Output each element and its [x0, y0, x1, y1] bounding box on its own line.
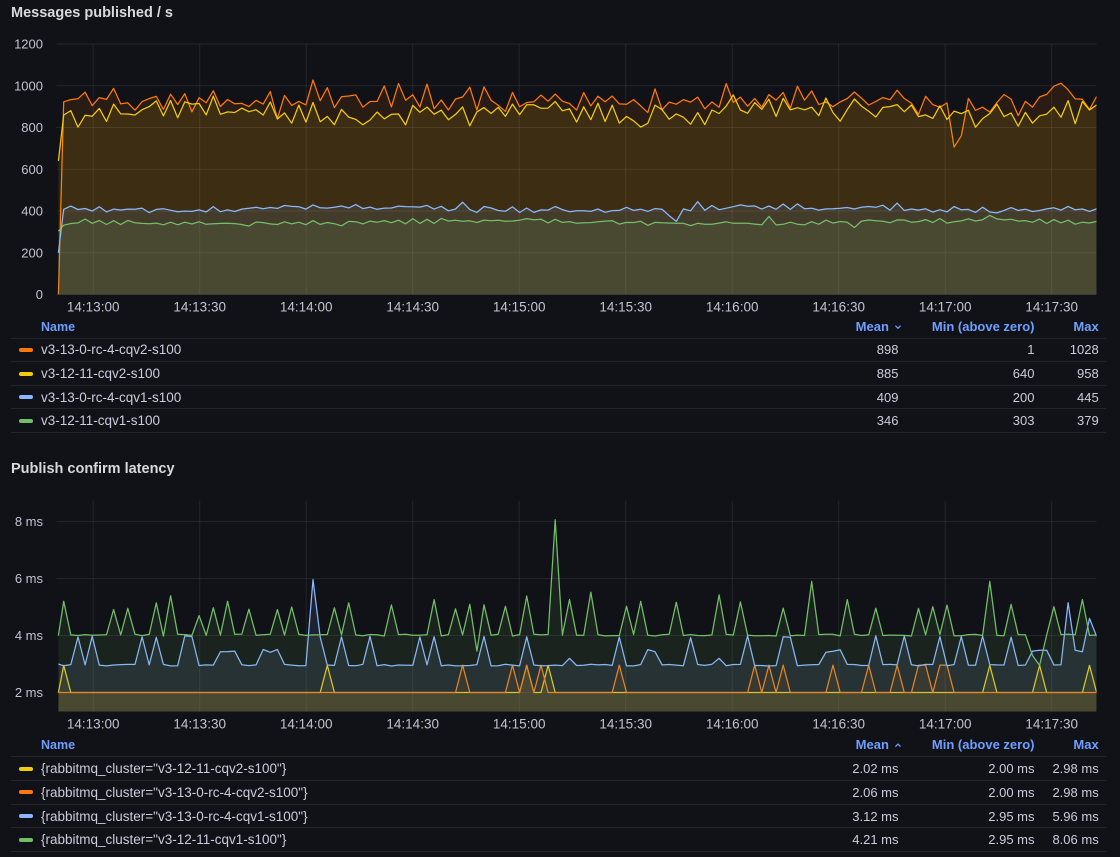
svg-text:14:16:00: 14:16:00 — [706, 300, 759, 315]
svg-text:14:15:30: 14:15:30 — [599, 717, 652, 732]
svg-text:14:13:30: 14:13:30 — [173, 300, 226, 315]
svg-text:14:16:00: 14:16:00 — [706, 717, 759, 732]
svg-text:14:14:30: 14:14:30 — [386, 300, 439, 315]
svg-text:14:16:30: 14:16:30 — [812, 717, 865, 732]
svg-text:14:17:00: 14:17:00 — [919, 300, 972, 315]
svg-text:14:13:00: 14:13:00 — [67, 717, 120, 732]
svg-text:4 ms: 4 ms — [15, 628, 44, 643]
svg-text:14:14:00: 14:14:00 — [280, 717, 333, 732]
svg-text:2 ms: 2 ms — [15, 685, 44, 700]
svg-text:14:16:30: 14:16:30 — [812, 300, 865, 315]
svg-text:14:17:30: 14:17:30 — [1025, 717, 1078, 732]
svg-text:8 ms: 8 ms — [15, 514, 44, 529]
svg-text:1000: 1000 — [14, 79, 43, 94]
svg-text:800: 800 — [21, 120, 43, 135]
svg-text:14:17:00: 14:17:00 — [919, 717, 972, 732]
svg-text:14:15:00: 14:15:00 — [493, 717, 546, 732]
svg-text:200: 200 — [21, 245, 43, 260]
svg-text:14:17:30: 14:17:30 — [1025, 300, 1078, 315]
svg-text:400: 400 — [21, 204, 43, 219]
svg-text:0: 0 — [36, 287, 43, 302]
svg-text:14:13:30: 14:13:30 — [173, 717, 226, 732]
svg-text:14:15:00: 14:15:00 — [493, 300, 546, 315]
svg-text:6 ms: 6 ms — [15, 571, 44, 586]
svg-text:14:14:00: 14:14:00 — [280, 300, 333, 315]
svg-text:600: 600 — [21, 162, 43, 177]
svg-text:1200: 1200 — [14, 37, 43, 52]
svg-text:14:14:30: 14:14:30 — [386, 717, 439, 732]
svg-text:14:15:30: 14:15:30 — [599, 300, 652, 315]
svg-text:14:13:00: 14:13:00 — [67, 300, 120, 315]
